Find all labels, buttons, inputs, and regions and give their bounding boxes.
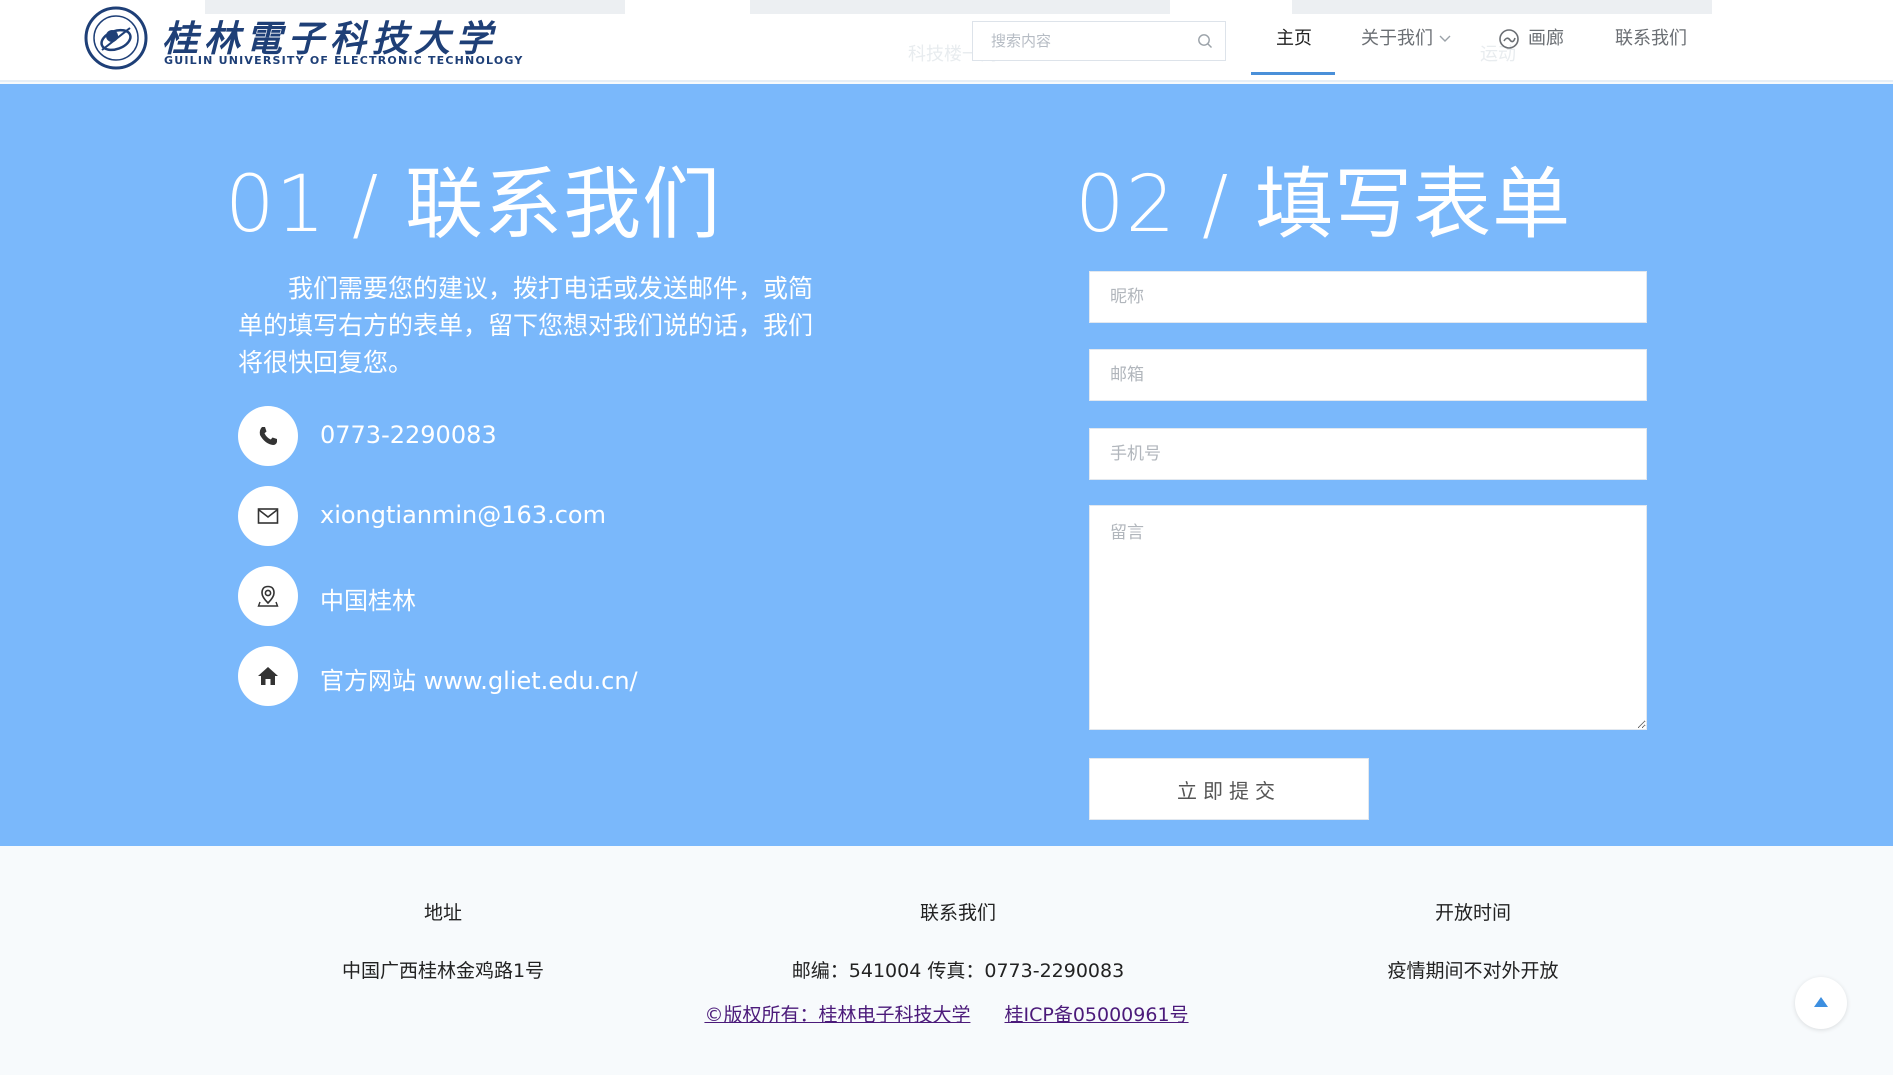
mail-icon-circle <box>238 486 298 546</box>
arrow-up-icon <box>1814 997 1828 1007</box>
contact-title: 01 / 联系我们 <box>225 160 722 250</box>
contact-location: 中国桂林 <box>238 566 758 626</box>
contact-phone-text: 0773-2290083 <box>320 421 497 449</box>
university-logo[interactable]: 桂林電子科技大学 GUILIN UNIVERSITY OF ELECTRONIC… <box>84 6 522 70</box>
contact-phone: 0773-2290083 <box>238 406 758 466</box>
submit-button[interactable]: 立即提交 <box>1089 758 1369 820</box>
location-icon <box>257 585 279 607</box>
footer-address-value: 中国广西桂林金鸡路1号 <box>341 960 545 982</box>
phone-icon <box>259 427 277 445</box>
chevron-down-icon <box>1439 35 1451 42</box>
mail-icon <box>257 508 279 524</box>
footer-contact: 联系我们 邮编：541004 传真：0773-2290083 <box>748 898 1168 983</box>
contact-email-text: xiongtianmin@163.com <box>320 501 606 529</box>
copyright-link[interactable]: ©版权所有：桂林电子科技大学 <box>704 1004 970 1026</box>
contact-website: 官方网站 www.gliet.edu.cn/ <box>238 646 758 706</box>
home-icon <box>258 667 278 685</box>
university-name-en: GUILIN UNIVERSITY OF ELECTRONIC TECHNOLO… <box>164 54 524 67</box>
footer-contact-value: 邮编：541004 传真：0773-2290083 <box>791 960 1125 982</box>
search-icon[interactable] <box>1197 33 1213 49</box>
message-field[interactable] <box>1089 505 1647 730</box>
carousel-thumb-strip <box>750 0 1170 14</box>
contact-email: xiongtianmin@163.com <box>238 486 758 546</box>
footer-hours-value: 疫情期间不对外开放 <box>1387 960 1559 982</box>
nav-gallery[interactable]: 画廊 <box>1498 26 1564 56</box>
phone-icon-circle <box>238 406 298 466</box>
form-title: 02 / 填写表单 <box>1075 160 1572 250</box>
footer-address: 地址 中国广西桂林金鸡路1号 <box>233 898 653 983</box>
contact-location-text: 中国桂林 <box>320 587 416 615</box>
nav-about-label: 关于我们 <box>1361 28 1433 49</box>
site-footer: 地址 中国广西桂林金鸡路1号 联系我们 邮编：541004 传真：0773-22… <box>0 846 1893 1075</box>
back-to-top-button[interactable] <box>1795 977 1847 1029</box>
contact-intro: 我们需要您的建议，拨打电话或发送邮件，或简单的填写右方的表单，留下您想对我们说的… <box>238 274 814 377</box>
site-header: 科技楼一角 运动 桂林電子科技大学 GUILIN UNIVERSITY OF E… <box>0 0 1893 82</box>
nickname-field[interactable] <box>1089 271 1647 323</box>
footer-links: ©版权所有：桂林电子科技大学 桂ICP备05000961号 <box>0 1000 1893 1027</box>
nav-home[interactable]: 主页 <box>1276 26 1312 56</box>
search-box <box>972 21 1226 61</box>
home-icon-circle <box>238 646 298 706</box>
nav-gallery-label: 画廊 <box>1528 28 1564 49</box>
footer-address-heading: 地址 <box>423 902 462 924</box>
university-seal-icon <box>84 6 148 70</box>
footer-hours-heading: 开放时间 <box>1434 902 1511 924</box>
gallery-icon <box>1499 29 1519 49</box>
location-icon-circle <box>238 566 298 626</box>
search-input[interactable] <box>973 22 1183 60</box>
phone-field[interactable] <box>1089 428 1647 480</box>
footer-hours: 开放时间 疫情期间不对外开放 <box>1263 898 1683 983</box>
nav-active-underline <box>1251 72 1335 75</box>
carousel-thumb-strip <box>1292 0 1712 14</box>
icp-link[interactable]: 桂ICP备05000961号 <box>1005 1004 1189 1026</box>
nav-contact[interactable]: 联系我们 <box>1615 26 1687 56</box>
contact-website-text[interactable]: 官方网站 www.gliet.edu.cn/ <box>320 661 638 696</box>
contact-section: 01 / 联系我们 02 / 填写表单 我们需要您的建议，拨打电话或发送邮件，或… <box>0 84 1893 846</box>
email-field[interactable] <box>1089 349 1647 401</box>
nav-about[interactable]: 关于我们 <box>1361 26 1451 56</box>
footer-contact-heading: 联系我们 <box>919 902 996 924</box>
